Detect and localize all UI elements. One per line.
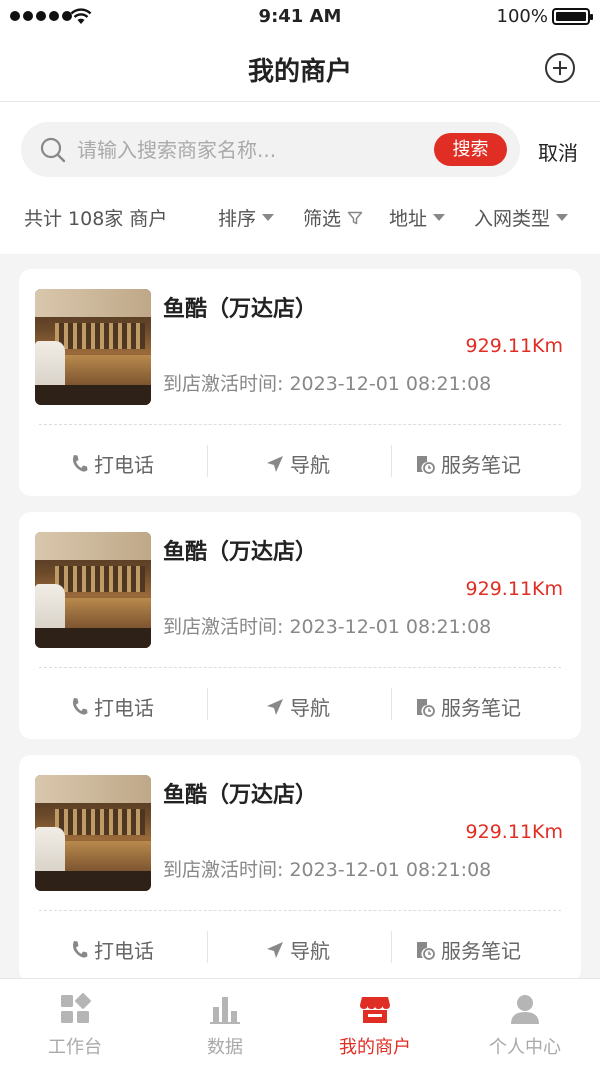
activation-info: 到店激活时间: 2023-12-01 08:21:08: [163, 369, 491, 396]
network-type-filter-label: 入网类型: [474, 208, 551, 230]
distance: 929.11Km: [465, 335, 563, 357]
triangle-down-icon: [433, 214, 446, 221]
divider: [207, 445, 208, 477]
store-icon: [360, 997, 390, 1023]
shop-name: 鱼酷（万达店）: [163, 540, 318, 565]
activation-label: 到店激活时间:: [163, 616, 284, 638]
tab-workbench[interactable]: 工作台: [0, 979, 150, 1067]
call-label: 打电话: [94, 939, 154, 963]
navigation-arrow-icon: [267, 698, 283, 715]
activation-time: 2023-12-01 08:21:08: [289, 859, 492, 881]
bar-chart-icon: [210, 997, 240, 1024]
screen-filter[interactable]: 筛选: [303, 204, 363, 231]
service-notes-button[interactable]: 服务笔记: [415, 935, 521, 964]
activation-time: 2023-12-01 08:21:08: [289, 373, 492, 395]
navigation-arrow-icon: [267, 455, 283, 472]
call-label: 打电话: [94, 696, 154, 720]
notes-clock-icon: [417, 941, 435, 960]
navigate-label: 导航: [290, 696, 330, 720]
divider: [39, 424, 561, 425]
cancel-button[interactable]: 取消: [538, 137, 578, 166]
divider: [207, 931, 208, 963]
search-button[interactable]: 搜索: [434, 133, 507, 166]
activation-time: 2023-12-01 08:21:08: [289, 616, 492, 638]
activation-info: 到店激活时间: 2023-12-01 08:21:08: [163, 855, 491, 882]
navigate-button[interactable]: 导航: [266, 692, 330, 721]
search-icon: [40, 137, 66, 163]
divider: [391, 688, 392, 720]
search-bar: 搜索: [21, 122, 520, 177]
dashboard-icon: [61, 993, 91, 1023]
phone-icon: [73, 454, 88, 472]
activation-label: 到店激活时间:: [163, 859, 284, 881]
distance: 929.11Km: [465, 578, 563, 600]
tab-label: 数据: [207, 1037, 243, 1058]
service-notes-label: 服务笔记: [441, 453, 521, 477]
tab-bar: 工作台 数据 我的商户 个人中心: [0, 978, 600, 1067]
distance: 929.11Km: [465, 821, 563, 843]
phone-icon: [73, 940, 88, 958]
page-title: 我的商户: [247, 57, 352, 87]
triangle-down-icon: [262, 214, 275, 221]
service-notes-label: 服务笔记: [441, 939, 521, 963]
shop-photo: [35, 289, 151, 405]
user-icon: [511, 995, 539, 1024]
merchant-card[interactable]: 鱼酷（万达店） 929.11Km 到店激活时间: 2023-12-01 08:2…: [19, 269, 581, 496]
address-filter-label: 地址: [389, 208, 428, 230]
merchant-count: 共计 108家 商户: [24, 208, 168, 230]
tab-my-merchants[interactable]: 我的商户: [300, 979, 450, 1067]
tab-profile[interactable]: 个人中心: [450, 979, 600, 1067]
battery-icon: [552, 8, 593, 25]
navigate-button[interactable]: 导航: [266, 449, 330, 478]
shop-name: 鱼酷（万达店）: [163, 783, 318, 808]
shop-name: 鱼酷（万达店）: [163, 297, 318, 322]
sort-filter-label: 排序: [218, 208, 257, 230]
notes-clock-icon: [417, 455, 435, 474]
service-notes-button[interactable]: 服务笔记: [415, 449, 521, 478]
service-notes-button[interactable]: 服务笔记: [415, 692, 521, 721]
divider: [391, 931, 392, 963]
service-notes-label: 服务笔记: [441, 696, 521, 720]
activation-info: 到店激活时间: 2023-12-01 08:21:08: [163, 612, 491, 639]
shop-photo: [35, 532, 151, 648]
tab-label: 我的商户: [339, 1037, 411, 1058]
network-type-filter[interactable]: 入网类型: [474, 204, 569, 231]
merchant-card[interactable]: 鱼酷（万达店） 929.11Km 到店激活时间: 2023-12-01 08:2…: [19, 755, 581, 982]
sort-filter[interactable]: 排序: [218, 204, 275, 231]
shop-photo: [35, 775, 151, 891]
address-filter[interactable]: 地址: [389, 204, 446, 231]
tab-data[interactable]: 数据: [150, 979, 300, 1067]
navigate-button[interactable]: 导航: [266, 935, 330, 964]
call-button[interactable]: 打电话: [70, 449, 154, 478]
triangle-down-icon: [556, 214, 569, 221]
tab-label: 个人中心: [489, 1037, 561, 1058]
navigation-arrow-icon: [267, 941, 283, 958]
search-input[interactable]: [77, 130, 427, 170]
call-label: 打电话: [94, 453, 154, 477]
call-button[interactable]: 打电话: [70, 692, 154, 721]
activation-label: 到店激活时间:: [163, 373, 284, 395]
divider: [39, 910, 561, 911]
nav-bar: 我的商户: [0, 34, 600, 102]
phone-icon: [73, 697, 88, 715]
screen-filter-label: 筛选: [303, 208, 342, 230]
status-bar: 9:41 AM 100%: [0, 0, 600, 34]
navigate-label: 导航: [290, 939, 330, 963]
divider: [391, 445, 392, 477]
funnel-icon: [347, 211, 363, 224]
call-button[interactable]: 打电话: [70, 935, 154, 964]
tab-label: 工作台: [48, 1037, 102, 1058]
add-icon[interactable]: [544, 52, 576, 84]
navigate-label: 导航: [290, 453, 330, 477]
divider: [207, 688, 208, 720]
notes-clock-icon: [417, 698, 435, 717]
merchant-card[interactable]: 鱼酷（万达店） 929.11Km 到店激活时间: 2023-12-01 08:2…: [19, 512, 581, 739]
divider: [39, 667, 561, 668]
battery-percent: 100%: [496, 6, 548, 27]
